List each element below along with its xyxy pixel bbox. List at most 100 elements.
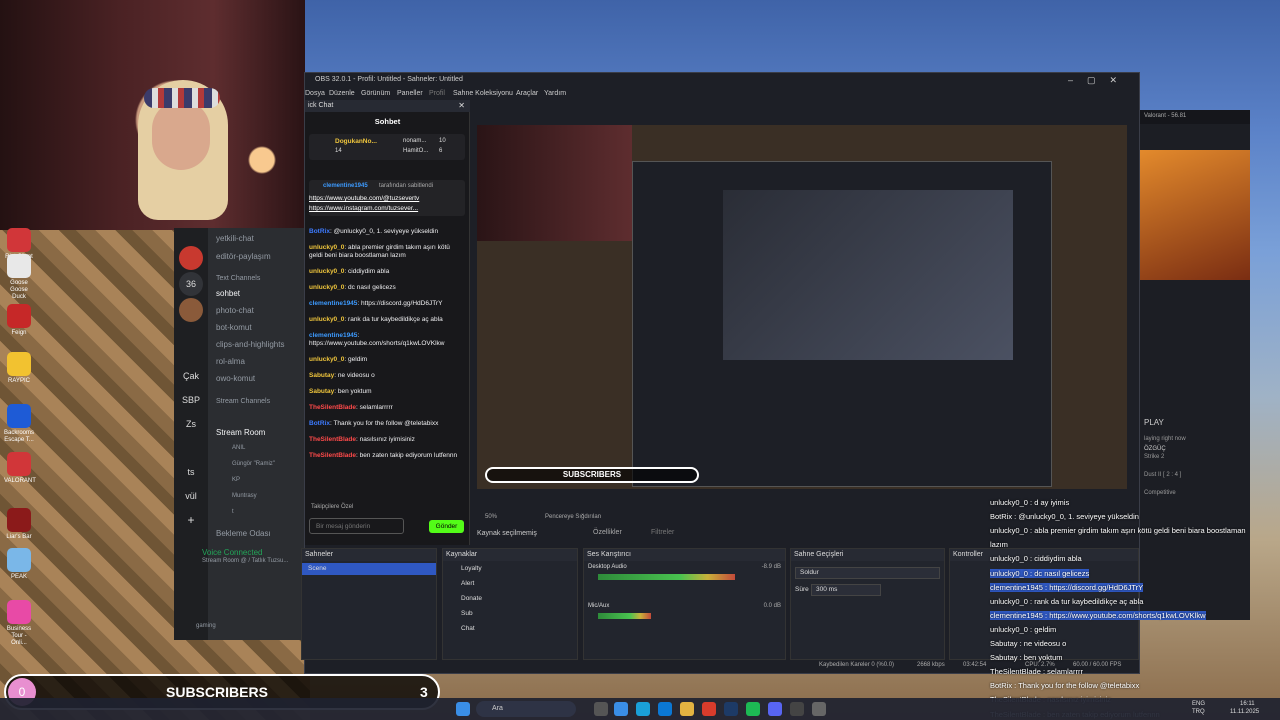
server-sbp[interactable]: SBP bbox=[179, 388, 203, 412]
desktop-shortcut[interactable]: Feign bbox=[4, 304, 34, 337]
menu-yardim[interactable]: Yardım bbox=[544, 90, 566, 97]
explorer-icon[interactable] bbox=[680, 702, 694, 716]
menu-gorunum[interactable]: Görünüm bbox=[361, 90, 390, 97]
chat-username[interactable]: Sabutay bbox=[309, 372, 334, 379]
chat-username[interactable]: Sabutay bbox=[309, 388, 334, 395]
desktop-shortcut[interactable]: Goose Goose Duck bbox=[4, 254, 34, 301]
send-button[interactable]: Gönder bbox=[429, 520, 464, 533]
voice-member[interactable]: t bbox=[232, 509, 234, 515]
chat-username[interactable]: clementine1945 bbox=[309, 300, 357, 307]
desktop-shortcut[interactable]: RAYPIC bbox=[4, 352, 34, 385]
voice-member[interactable]: ANIL bbox=[232, 445, 245, 451]
duration-input[interactable]: 300 ms bbox=[811, 584, 881, 596]
menu-araclar[interactable]: Araçlar bbox=[516, 90, 538, 97]
scenes-dock[interactable]: Sahneler Scene bbox=[301, 548, 437, 660]
pinned-link[interactable]: https://www.instagram.com/tuzsever... bbox=[309, 205, 418, 212]
properties-button[interactable]: Özellikler bbox=[593, 529, 622, 536]
discord-window[interactable]: 36 Çak SBP Zs ts vül + yetkili-chat edit… bbox=[174, 228, 304, 640]
chat-username[interactable]: TheSilentBlade bbox=[309, 436, 356, 443]
chrome-icon[interactable] bbox=[702, 702, 716, 716]
source-item[interactable]: Donate bbox=[461, 595, 482, 602]
chat-username[interactable]: BotRix bbox=[309, 420, 330, 427]
voice-connected-channel[interactable]: Stream Room @ / Tatlık Tuzsu... bbox=[202, 558, 288, 564]
chat-username[interactable]: clementine1945 bbox=[309, 332, 357, 339]
chat-username[interactable]: unlucky0_0 bbox=[309, 316, 344, 323]
discord-icon[interactable] bbox=[768, 702, 782, 716]
channel-clips[interactable]: clips-and-highlights bbox=[216, 340, 284, 349]
chat-username[interactable]: unlucky0_0 bbox=[309, 284, 344, 291]
channel-rol-alma[interactable]: rol-alma bbox=[216, 357, 245, 366]
server-ts[interactable]: ts bbox=[179, 460, 203, 484]
spotify-icon[interactable] bbox=[746, 702, 760, 716]
chat-username[interactable]: unlucky0_0 bbox=[309, 356, 344, 363]
obs-preview[interactable]: SUBSCRIBERS bbox=[477, 125, 1127, 489]
server-icon[interactable] bbox=[179, 246, 203, 270]
voice-channel-stream-room[interactable]: Stream Room bbox=[216, 428, 265, 437]
voice-member[interactable]: KP bbox=[232, 477, 240, 483]
chat-username[interactable]: unlucky0_0 bbox=[309, 244, 344, 251]
mail-icon[interactable] bbox=[658, 702, 672, 716]
edge-icon[interactable] bbox=[614, 702, 628, 716]
transitions-dock[interactable]: Sahne Geçişleri Soldur Süre 300 ms bbox=[790, 548, 945, 660]
add-server-icon[interactable]: + bbox=[179, 508, 203, 532]
desktop-shortcut[interactable]: VALORANT bbox=[4, 452, 36, 485]
server-icon[interactable] bbox=[179, 298, 203, 322]
text-channels-category[interactable]: Text Channels bbox=[216, 275, 260, 282]
voice-member[interactable]: Güngör "Ramiz" bbox=[232, 461, 275, 467]
chat-username[interactable]: unlucky0_0 bbox=[309, 268, 344, 275]
voice-member[interactable]: Muntrasy bbox=[232, 493, 257, 499]
steam-icon[interactable] bbox=[724, 702, 738, 716]
search-box[interactable]: Ara bbox=[476, 701, 576, 717]
background-game-launcher[interactable]: Valorant - 56.81 PLAY laying right now Ö… bbox=[1140, 110, 1250, 620]
audio-mixer-dock[interactable]: Ses Karıştırıcı Desktop Audio -8.9 dB Mi… bbox=[583, 548, 786, 660]
source-item[interactable]: Chat bbox=[461, 625, 475, 632]
sources-dock[interactable]: Kaynaklar Loyalty Alert Donate Sub Chat bbox=[442, 548, 578, 660]
channel-owo-komut[interactable]: owo-komut bbox=[216, 374, 255, 383]
desktop-shortcut[interactable]: PEAK bbox=[4, 548, 34, 581]
desktop-shortcut[interactable]: Liar's Bar bbox=[4, 508, 34, 541]
browser-icon[interactable] bbox=[636, 702, 650, 716]
server-cak[interactable]: Çak bbox=[179, 364, 203, 388]
stream-channels-category[interactable]: Stream Channels bbox=[216, 398, 270, 405]
voice-channel-bekleme[interactable]: Bekleme Odası bbox=[216, 529, 271, 538]
desktop-shortcut[interactable]: Backrooms Escape T... bbox=[4, 404, 34, 444]
chat-username[interactable]: TheSilentBlade bbox=[309, 404, 356, 411]
launcher-play-label[interactable]: PLAY bbox=[1144, 418, 1164, 427]
preview-fit-mode[interactable]: Pencereye Sığdırılan bbox=[545, 514, 601, 520]
pinned-message[interactable]: clementine1945 tarafından sabitlendi htt… bbox=[309, 180, 465, 216]
channel-sohbet[interactable]: sohbet bbox=[216, 289, 240, 298]
obs-icon[interactable] bbox=[790, 702, 804, 716]
pinned-link[interactable]: https://www.youtube.com/@tuzsevertv bbox=[309, 195, 419, 202]
chat-username[interactable]: TheSilentBlade bbox=[309, 452, 356, 459]
desktop-shortcut[interactable]: Business Tour - Onli... bbox=[4, 600, 34, 647]
channel-bot-komut[interactable]: bot-komut bbox=[216, 323, 252, 332]
channel-yetkili-chat[interactable]: yetkili-chat bbox=[216, 234, 254, 243]
channel-editor-paylasim[interactable]: editör-paylaşım bbox=[216, 252, 271, 261]
window-controls[interactable]: –▢✕ bbox=[1068, 75, 1131, 86]
app-icon[interactable] bbox=[812, 702, 826, 716]
chat-dock[interactable]: ick Chat ✕ Sohbet DogukanNo... 14 nonam.… bbox=[305, 100, 470, 545]
transition-select[interactable]: Soldur bbox=[795, 567, 940, 579]
filters-button[interactable]: Filtreler bbox=[651, 529, 674, 536]
close-icon[interactable]: ✕ bbox=[458, 101, 465, 110]
scene-item[interactable]: Scene bbox=[302, 563, 436, 575]
source-item[interactable]: Loyalty bbox=[461, 565, 482, 572]
source-item[interactable]: Alert bbox=[461, 580, 474, 587]
channel-photo-chat[interactable]: photo-chat bbox=[216, 306, 254, 315]
menu-sahne-koleksiyonu[interactable]: Sahne Koleksiyonu bbox=[453, 90, 513, 97]
menu-duzenle[interactable]: Düzenle bbox=[329, 90, 355, 97]
start-icon[interactable] bbox=[456, 702, 470, 716]
server-vul[interactable]: vül bbox=[179, 484, 203, 508]
clock-date[interactable]: 11.11.2025 bbox=[1230, 709, 1259, 715]
server-icon-36[interactable]: 36 bbox=[179, 272, 203, 296]
preview-zoom[interactable]: 50% bbox=[485, 514, 497, 520]
language[interactable]: ENG bbox=[1192, 701, 1205, 707]
menu-paneller[interactable]: Paneller bbox=[397, 90, 423, 97]
task-view-icon[interactable] bbox=[594, 702, 608, 716]
region[interactable]: TRQ bbox=[1192, 709, 1205, 715]
menu-profil[interactable]: Profil bbox=[429, 90, 445, 97]
server-zs[interactable]: Zs bbox=[179, 412, 203, 436]
source-item[interactable]: Sub bbox=[461, 610, 473, 617]
clock-time[interactable]: 16:11 bbox=[1240, 701, 1255, 707]
chat-username[interactable]: BotRix bbox=[309, 228, 330, 235]
